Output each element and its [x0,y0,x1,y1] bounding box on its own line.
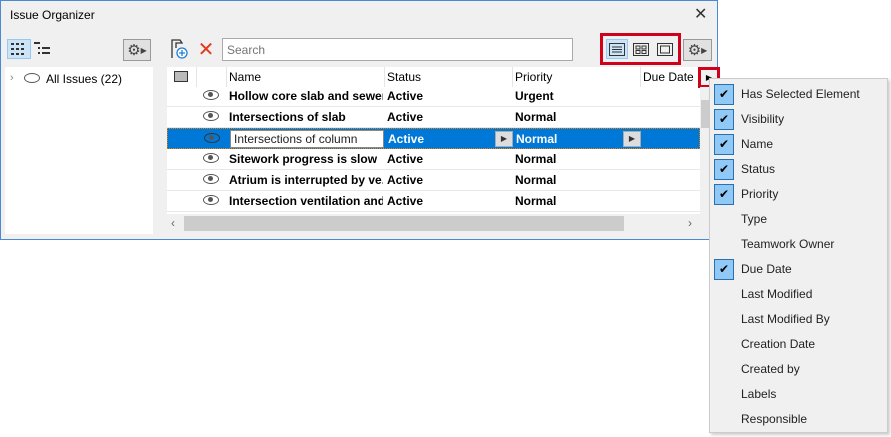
menu-item[interactable]: Last Modified By [710,307,887,332]
menu-item[interactable]: ✔ Status [710,157,887,182]
status-cell[interactable]: Active [387,170,423,190]
menu-item-label: Labels [741,387,777,401]
status-cell[interactable]: Active [387,107,423,127]
scroll-left-icon[interactable]: ‹ [171,216,175,230]
close-icon[interactable]: ✕ [694,4,707,24]
menu-item-label: Has Selected Element [741,87,860,101]
table-row[interactable]: Atrium is interrupted by ve... Active No… [167,170,700,191]
visibility-eye-icon[interactable] [203,174,219,184]
name-cell[interactable]: Atrium is interrupted by ve... [229,170,383,190]
checkmark-icon: ✔ [714,109,734,130]
checkmark-icon: ✔ [714,159,734,180]
column-visibility-menu: ✔ Has Selected Element ✔ Visibility ✔ Name ✔ St… [709,78,888,433]
menu-item-label: Status [741,162,776,176]
header-selected-element-icon[interactable] [167,67,197,87]
name-cell[interactable]: Intersection ventilation and... [229,191,383,211]
visibility-eye-icon[interactable] [203,153,219,163]
menu-item[interactable]: Creation Date [710,332,887,357]
priority-cell[interactable]: Normal [515,170,556,190]
menu-item-label: Name [741,137,774,151]
delete-issue-icon[interactable]: ✕ [195,38,217,61]
name-cell[interactable]: Sitework progress is slow [229,149,383,169]
menu-item[interactable]: ✔ Due Date [710,257,887,282]
menu-item-label: Visibility [741,112,785,126]
status-cell[interactable]: Active [387,191,423,211]
checkmark-icon: ✔ [714,84,734,105]
menu-item-label: Teamwork Owner [741,237,835,251]
tree-view-icon[interactable] [32,39,52,59]
header-name[interactable]: Name [227,67,385,87]
checkmark-icon: ✔ [714,259,734,280]
checkmark-icon: ✔ [714,184,734,205]
priority-cell[interactable]: Urgent [515,86,554,106]
issues-table: Name Status Priority Due Date Hollow cor… [167,67,700,214]
menu-item[interactable]: Responsible [710,407,887,432]
add-issue-icon[interactable] [168,38,190,60]
priority-cell[interactable]: Normal [515,107,556,127]
priority-dropdown-button[interactable]: ▶ [623,131,641,147]
status-cell[interactable]: Active [387,149,423,169]
menu-item-label: Type [741,212,768,226]
menu-item[interactable]: Teamwork Owner [710,232,887,257]
visibility-eye-icon[interactable] [203,195,219,205]
visibility-eye-icon[interactable] [24,73,40,83]
name-cell[interactable]: Hollow core slab and sewer ... [229,86,383,106]
table-row[interactable]: Intersections of column Active Normal ▶ ▶ [167,128,700,149]
table-row[interactable]: Intersection ventilation and... Active N… [167,191,700,212]
menu-item[interactable]: Last Modified [710,282,887,307]
menu-item[interactable]: ✔ Visibility [710,107,887,132]
menu-item-label: Responsible [741,412,808,426]
search-input[interactable] [222,38,573,61]
issue-tree [5,67,153,234]
menu-item-label: Creation Date [741,337,816,351]
header-due-date[interactable]: Due Date [641,67,700,87]
checkmark-icon: ✔ [714,134,734,155]
visibility-eye-icon[interactable] [203,90,219,100]
menu-item-label: Priority [741,187,779,201]
scroll-right-icon[interactable]: › [688,216,692,230]
header-visibility[interactable] [197,67,227,87]
header-status[interactable]: Status [385,67,513,87]
expand-chevron-icon[interactable]: › [10,72,14,84]
menu-item-label: Due Date [741,262,792,276]
name-cell[interactable]: Intersections of column [230,130,384,148]
priority-cell[interactable]: Normal [515,191,556,211]
menu-item-label: Last Modified By [741,312,830,326]
visibility-eye-icon[interactable] [204,133,220,143]
right-settings-gear-icon[interactable]: ⚙ ▶ [683,39,712,61]
status-dropdown-button[interactable]: ▶ [495,131,513,147]
left-settings-gear-icon[interactable]: ⚙ ▶ [123,39,151,61]
list-view-icon[interactable] [606,39,628,59]
table-row[interactable]: Intersections of slab Active Normal [167,107,700,128]
horizontal-scroll-thumb[interactable] [184,216,624,231]
status-cell[interactable]: Active [387,86,423,106]
menu-item-label: Created by [741,362,800,376]
menu-item[interactable]: ✔ Priority [710,182,887,207]
tree-item-all-issues[interactable]: All Issues (22) [46,72,122,86]
priority-cell[interactable]: Normal [515,149,556,169]
visibility-eye-icon[interactable] [203,111,219,121]
header-priority[interactable]: Priority [513,67,641,87]
menu-item-label: Last Modified [741,287,813,301]
single-view-icon[interactable] [654,39,676,59]
menu-item[interactable]: Created by [710,357,887,382]
table-row[interactable]: Sitework progress is slow Active Normal [167,149,700,170]
priority-cell[interactable]: Normal [516,129,557,149]
status-cell[interactable]: Active [388,129,424,149]
grid-view-icon[interactable] [7,39,31,59]
name-cell[interactable]: Intersections of slab [229,107,383,127]
menu-item[interactable]: Labels [710,382,887,407]
menu-item[interactable]: Type [710,207,887,232]
window-title: Issue Organizer [10,8,95,22]
menu-item[interactable]: ✔ Name [710,132,887,157]
tile-view-icon[interactable] [630,39,652,59]
menu-item[interactable]: ✔ Has Selected Element [710,82,887,107]
table-row[interactable]: Hollow core slab and sewer ... Active Ur… [167,86,700,107]
